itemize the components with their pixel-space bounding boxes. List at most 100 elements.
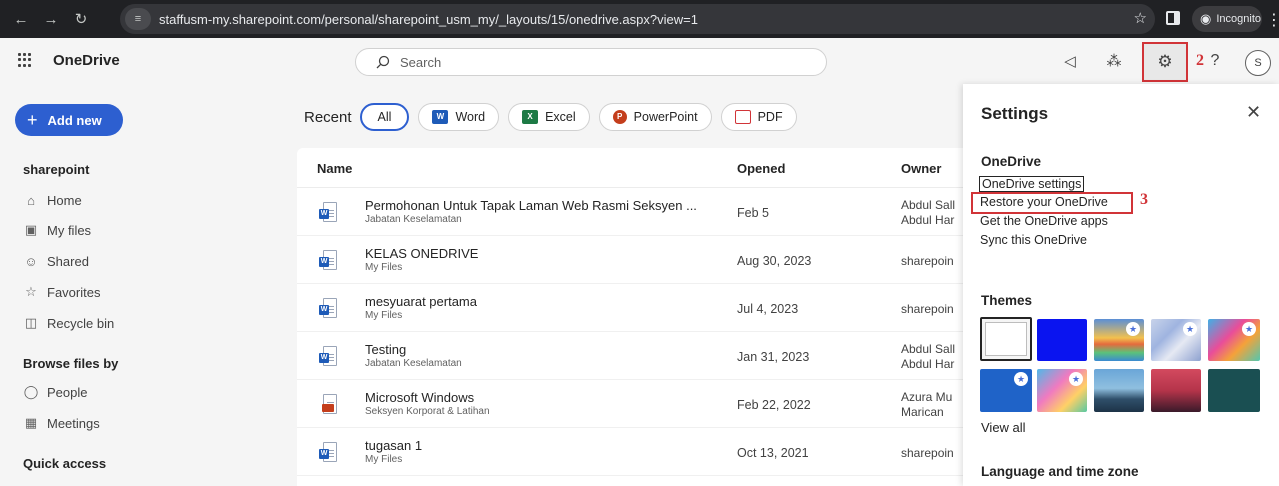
filter-pdf[interactable]: PDF [720, 103, 797, 131]
plus-icon: + [27, 109, 38, 130]
theme-blue[interactable] [1037, 319, 1087, 361]
file-name[interactable]: mesyuarat pertama [365, 294, 477, 309]
word-document-icon: W [319, 298, 337, 320]
file-owner: sharepoin [901, 446, 954, 460]
home-icon: ⌂ [27, 192, 35, 208]
file-location: Seksyen Korporat & Latihan [365, 406, 490, 417]
column-header-name[interactable]: Name [317, 161, 352, 176]
file-location: My Files [365, 262, 403, 273]
bookmark-star-icon[interactable]: ☆ [1134, 9, 1147, 27]
premium-star-icon: ★ [1126, 322, 1140, 336]
theme-pattern[interactable]: ★ [1037, 369, 1087, 412]
table-row[interactable]: Microsoft Windows Seksyen Korporat & Lat… [297, 380, 963, 428]
app-launcher-icon[interactable] [18, 53, 32, 67]
gear-icon: ⚙ [1157, 52, 1173, 71]
search-box[interactable] [355, 48, 827, 76]
site-info-icon[interactable]: ≡ [125, 8, 151, 30]
sidebar-item-label: Recycle bin [47, 315, 115, 331]
reload-icon[interactable]: ↻ [70, 10, 92, 28]
column-header-owner[interactable]: Owner [901, 161, 941, 176]
forward-arrow-icon[interactable]: → [40, 11, 62, 28]
help-icon[interactable]: ? [1206, 52, 1224, 70]
table-row[interactable]: W Testing Jabatan Keselamatan Jan 31, 20… [297, 332, 963, 380]
theme-default[interactable] [980, 317, 1032, 361]
theme-colorful[interactable]: ★ [1208, 319, 1260, 361]
filter-word[interactable]: W Word [418, 103, 500, 131]
search-input[interactable] [400, 54, 780, 70]
filter-excel[interactable]: X Excel [508, 103, 590, 131]
file-location: My Files [365, 310, 403, 321]
search-icon [376, 55, 390, 69]
sidebar-item-home[interactable]: ⌂ Home [23, 190, 82, 210]
file-name[interactable]: Permohonan Untuk Tapak Laman Web Rasmi S… [365, 198, 697, 213]
theme-landscape[interactable] [1094, 369, 1144, 412]
recycle-bin-icon: ◫ [24, 315, 38, 330]
sidebar-item-shared[interactable]: ☺ Shared [23, 251, 89, 271]
file-owner: Abdul Sall Abdul Har [901, 198, 956, 227]
file-owner: sharepoin [901, 302, 954, 316]
table-row[interactable]: W mesyuarat pertama My Files Jul 4, 2023… [297, 284, 963, 332]
annotation-step-2: 2 [1196, 52, 1204, 69]
premium-star-icon: ★ [1069, 372, 1083, 386]
onedrive-settings-link[interactable]: OneDrive settings [979, 176, 1085, 192]
sync-onedrive-link[interactable]: Sync this OneDrive [980, 233, 1087, 247]
sidebar-item-people[interactable]: ◯ People [23, 382, 88, 402]
file-name[interactable]: tugasan 1 [365, 438, 422, 453]
theme-rainbow[interactable]: ★ [1094, 319, 1144, 361]
file-opened-date: Jul 4, 2023 [737, 302, 799, 316]
sidebar-item-favorites[interactable]: ☆ Favorites [23, 282, 100, 302]
app-title[interactable]: OneDrive [53, 52, 120, 69]
incognito-badge[interactable]: ◉ Incognito [1192, 6, 1262, 32]
file-location: Jabatan Keselamatan [365, 214, 462, 225]
back-arrow-icon[interactable]: ← [10, 11, 32, 28]
file-location: My Files [365, 454, 403, 465]
app-header: OneDrive ◁ ⁂ ⚙ 2 ? S [0, 38, 1279, 84]
file-name[interactable]: KELAS ONEDRIVE [365, 246, 478, 261]
avatar[interactable]: S [1245, 50, 1271, 76]
file-location: Jabatan Keselamatan [365, 358, 462, 369]
file-list-header: Name Opened Owner [297, 148, 963, 188]
file-name[interactable]: Testing [365, 342, 406, 357]
close-icon[interactable]: ✕ [1246, 102, 1261, 123]
view-all-themes-link[interactable]: View all [981, 420, 1026, 435]
side-panel-icon[interactable] [1166, 11, 1180, 25]
main-content: Recent All W Word X Excel P PowerPoint P… [280, 84, 963, 486]
browser-menu-icon[interactable]: ⋮ [1266, 10, 1279, 30]
theme-circuit-teal[interactable] [1208, 369, 1260, 412]
people-icon: ☺ [24, 253, 38, 269]
filter-all[interactable]: All [359, 103, 410, 131]
add-new-button[interactable]: + Add new [15, 104, 123, 136]
premium-star-icon: ★ [1183, 322, 1197, 336]
file-opened-date: Oct 13, 2021 [737, 446, 809, 460]
incognito-label: Incognito [1216, 13, 1261, 25]
table-row[interactable]: W KELAS ONEDRIVE My Files Aug 30, 2023 s… [297, 236, 963, 284]
column-header-opened[interactable]: Opened [737, 161, 785, 176]
table-row[interactable]: W tugasan 1 My Files Oct 13, 2021 sharep… [297, 428, 963, 476]
share-network-icon[interactable]: ⁂ [1105, 52, 1123, 70]
file-name[interactable]: Microsoft Windows [365, 390, 474, 405]
sidebar-item-label: Favorites [47, 284, 101, 300]
left-navigation: + Add new sharepoint ⌂ Home ▣ My files ☺… [0, 84, 280, 486]
url-text[interactable]: staffusm-my.sharepoint.com/personal/shar… [159, 12, 698, 27]
theme-silver[interactable]: ★ [1151, 319, 1201, 361]
sidebar-item-meetings[interactable]: ▦ Meetings [23, 413, 100, 433]
file-opened-date: Aug 30, 2023 [737, 254, 812, 268]
quick-access-heading: Quick access [23, 456, 107, 471]
word-document-icon: W [319, 346, 337, 368]
megaphone-icon[interactable]: ◁ [1061, 52, 1079, 70]
sidebar-item-my-files[interactable]: ▣ My files [23, 220, 91, 240]
filter-powerpoint[interactable]: P PowerPoint [598, 103, 712, 131]
file-opened-date: Feb 5 [737, 206, 769, 220]
theme-sunset[interactable] [1151, 369, 1201, 412]
table-row[interactable]: W Permohonan Untuk Tapak Laman Web Rasmi… [297, 188, 963, 236]
sidebar-item-label: People [47, 384, 88, 400]
get-onedrive-apps-link[interactable]: Get the OneDrive apps [980, 214, 1108, 228]
theme-circuit-blue[interactable]: ★ [980, 369, 1032, 412]
settings-button[interactable]: ⚙ [1142, 42, 1188, 82]
file-type-filters: Recent All W Word X Excel P PowerPoint P… [304, 102, 806, 132]
file-owner: Azura Mu Marican [901, 390, 953, 419]
settings-panel: Settings ✕ OneDrive OneDrive settings Re… [963, 84, 1279, 486]
file-owner: Abdul Sall Abdul Har [901, 342, 956, 371]
sidebar-item-recycle-bin[interactable]: ◫ Recycle bin [23, 313, 114, 333]
address-bar[interactable]: ≡ staffusm-my.sharepoint.com/personal/sh… [120, 4, 1155, 34]
